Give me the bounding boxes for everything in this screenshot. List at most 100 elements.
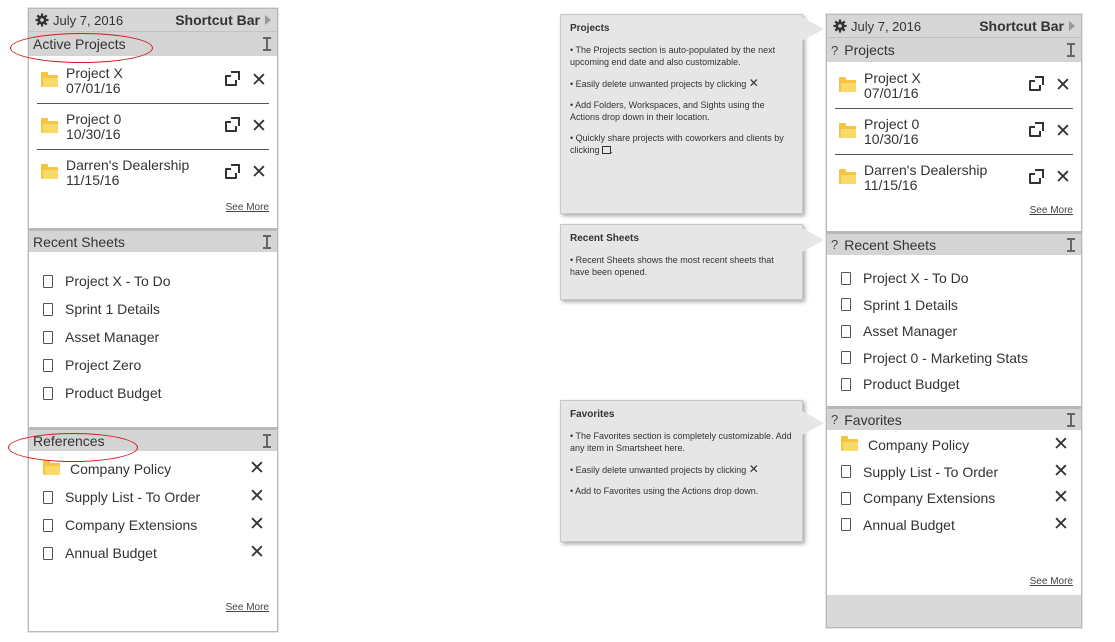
share-icon[interactable] [1029, 122, 1044, 137]
projects-header[interactable]: ? Projects [827, 38, 1081, 62]
sheet-label: Project X - To Do [863, 270, 969, 287]
reference-row[interactable]: Company Extensions ✕ [39, 511, 267, 539]
share-icon[interactable] [225, 71, 240, 86]
favorite-row[interactable]: Supply List - To Order ✕ [837, 459, 1071, 486]
sheet-label: Asset Manager [65, 329, 160, 345]
close-icon[interactable]: ✕ [249, 543, 265, 562]
favorite-label: Company Extensions [863, 490, 996, 507]
project-date: 11/15/16 [66, 172, 120, 188]
see-more-link[interactable]: See More [29, 202, 277, 213]
resize-handle-icon[interactable] [1067, 43, 1075, 57]
sheet-label: Sprint 1 Details [863, 296, 958, 313]
resize-handle-icon[interactable] [263, 433, 271, 448]
resize-handle-icon[interactable] [1067, 412, 1075, 427]
project-row[interactable]: Project X 07/01/16 ✕ [37, 58, 269, 104]
shortcut-bar-panel-right: July 7, 2016 Shortcut Bar ? Projects Pro… [826, 14, 1082, 628]
gear-icon[interactable] [35, 13, 49, 27]
folder-icon [839, 76, 856, 92]
favorite-row[interactable]: Company Extensions ✕ [837, 485, 1071, 512]
sheet-row[interactable]: Asset Manager [39, 323, 267, 351]
project-row[interactable]: Project 0 10/30/16 ✕ [835, 109, 1073, 155]
share-icon[interactable] [1029, 76, 1044, 91]
callout-text-part: • Easily delete unwanted projects by cli… [570, 79, 747, 89]
close-icon[interactable]: ✕ [251, 71, 267, 90]
resize-handle-icon[interactable] [1067, 237, 1075, 252]
project-date: 11/15/16 [864, 177, 918, 193]
close-icon[interactable]: ✕ [1055, 168, 1071, 187]
recent-sheets-header[interactable]: ? Recent Sheets [827, 231, 1081, 255]
folder-icon [839, 122, 856, 138]
close-icon[interactable]: ✕ [249, 515, 265, 534]
close-icon[interactable]: ✕ [1055, 76, 1071, 95]
sheet-icon [43, 546, 53, 560]
see-more-link[interactable]: See More [827, 205, 1081, 216]
close-icon[interactable]: ✕ [1055, 122, 1071, 141]
recent-sheets-header[interactable]: Recent Sheets [29, 228, 277, 252]
recent-sheets-section: Recent Sheets Project X - To Do Sprint 1… [29, 228, 277, 427]
close-icon[interactable]: ✕ [1053, 515, 1069, 534]
sheet-label: Product Budget [65, 385, 162, 401]
share-icon[interactable] [1029, 168, 1044, 184]
share-icon[interactable] [225, 163, 240, 179]
sheet-row[interactable]: Project X - To Do [837, 265, 1071, 292]
reference-label: Annual Budget [65, 545, 157, 561]
favorite-row[interactable]: Company Policy ✕ [837, 432, 1071, 459]
folder-icon [41, 164, 58, 179]
shortcut-bar-title: Shortcut Bar [979, 18, 1064, 34]
resize-handle-icon[interactable] [263, 37, 271, 51]
favorite-label: Supply List - To Order [863, 463, 999, 480]
sheet-row[interactable]: Sprint 1 Details [837, 292, 1071, 319]
help-icon[interactable]: ? [831, 237, 838, 252]
close-icon[interactable]: ✕ [249, 459, 265, 478]
project-name: Project 0 [864, 115, 920, 132]
sheet-row[interactable]: Project 0 - Marketing Stats [837, 345, 1071, 372]
gear-icon[interactable] [833, 19, 847, 33]
sheet-icon [841, 271, 851, 285]
project-row[interactable]: Darren's Dealership 11/15/16 ✕ [37, 150, 269, 196]
recent-sheets-section: ? Recent Sheets Project X - To Do Sprint… [827, 231, 1081, 406]
resize-handle-icon[interactable] [263, 234, 271, 249]
project-row[interactable]: Project 0 10/30/16 ✕ [37, 104, 269, 150]
close-icon[interactable]: ✕ [249, 487, 265, 506]
callout-title: Recent Sheets [570, 233, 639, 244]
sheet-row[interactable]: Product Budget [837, 371, 1071, 398]
folder-icon [839, 169, 856, 184]
sheet-row[interactable]: Sprint 1 Details [39, 295, 267, 323]
callout-text: • Quickly share projects with coworkers … [570, 133, 784, 155]
help-icon[interactable]: ? [831, 412, 838, 427]
callout-text-part: • Easily delete unwanted projects by cli… [570, 465, 747, 475]
shortcut-bar-toggle[interactable]: Shortcut Bar [175, 12, 271, 28]
sheet-label: Product Budget [863, 376, 960, 393]
see-more-link[interactable]: See More [1030, 576, 1081, 587]
sheet-icon [841, 491, 851, 505]
project-row[interactable]: Darren's Dealership 11/15/16 ✕ [835, 155, 1073, 201]
sheet-row[interactable]: Project Zero [39, 351, 267, 379]
reference-row[interactable]: Supply List - To Order ✕ [39, 483, 267, 511]
sheet-icon [841, 377, 851, 391]
see-more-link[interactable]: See More [226, 602, 277, 613]
close-icon[interactable]: ✕ [1053, 435, 1069, 454]
project-row[interactable]: Project X 07/01/16 ✕ [835, 63, 1073, 109]
reference-row[interactable]: Annual Budget ✕ [39, 539, 267, 567]
sheet-icon [43, 274, 53, 288]
sheet-row[interactable]: Product Budget [39, 379, 267, 407]
close-icon[interactable]: ✕ [1053, 462, 1069, 481]
close-icon[interactable]: ✕ [1053, 488, 1069, 507]
help-icon[interactable]: ? [831, 43, 838, 58]
callout-text: • Recent Sheets shows the most recent sh… [570, 255, 774, 277]
sheet-row[interactable]: Project X - To Do [39, 267, 267, 295]
date-label: July 7, 2016 [53, 12, 124, 28]
favorites-header[interactable]: ? Favorites [827, 406, 1081, 430]
callout-text: • Easily delete unwanted projects by cli… [570, 463, 793, 476]
share-icon[interactable] [225, 117, 240, 132]
sheet-icon [841, 518, 851, 532]
close-icon[interactable]: ✕ [251, 117, 267, 136]
shortcut-bar-toggle[interactable]: Shortcut Bar [979, 18, 1075, 34]
shortcut-bar-header: July 7, 2016 Shortcut Bar [827, 15, 1081, 38]
project-date: 07/01/16 [66, 79, 121, 96]
sheet-row[interactable]: Asset Manager [837, 318, 1071, 345]
section-title: Favorites [844, 411, 902, 428]
triangle-right-icon [265, 15, 271, 25]
favorite-row[interactable]: Annual Budget ✕ [837, 512, 1071, 539]
close-icon[interactable]: ✕ [251, 163, 267, 182]
